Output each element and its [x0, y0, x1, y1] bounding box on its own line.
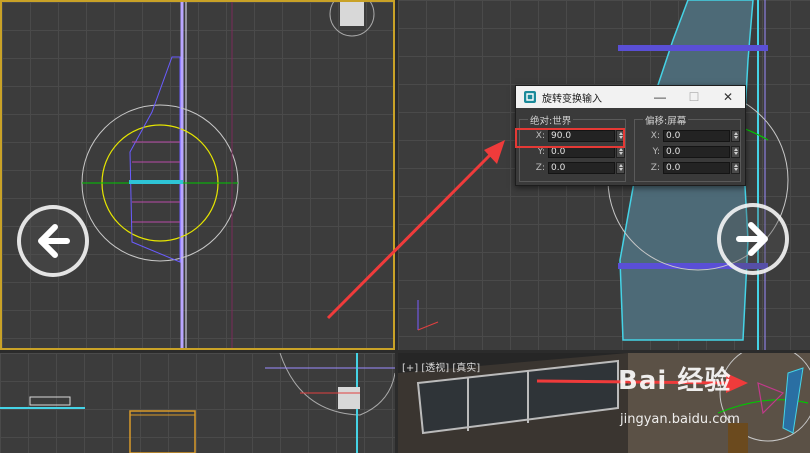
close-button[interactable]: ✕: [711, 86, 745, 108]
next-button[interactable]: [717, 203, 789, 275]
viewport-top-left-scene: [81, 2, 375, 348]
offset-x-label: X:: [650, 130, 660, 141]
prev-button[interactable]: [17, 205, 89, 277]
offset-screen-legend: 偏移:屏幕: [643, 113, 689, 127]
watermark-brand: Bai 经验: [618, 366, 732, 396]
absolute-z-spinner[interactable]: [616, 161, 625, 174]
absolute-y-label: Y:: [537, 146, 545, 157]
viewport-bottom-left[interactable]: [0, 353, 395, 453]
offset-z-row: Z: 0.0: [647, 161, 740, 174]
dialog-title: 旋转变换输入: [542, 93, 602, 105]
offset-z-input[interactable]: 0.0: [663, 161, 730, 174]
offset-x-spinner[interactable]: [731, 129, 740, 142]
offset-x-input[interactable]: 0.0: [663, 129, 730, 142]
maximize-button[interactable]: ☐: [677, 86, 711, 108]
viewport-top-left[interactable]: [0, 0, 395, 350]
offset-y-spinner[interactable]: [731, 145, 740, 158]
dialog-titlebar[interactable]: 旋转变换输入 — ☐ ✕: [516, 86, 745, 108]
offset-y-input[interactable]: 0.0: [663, 145, 730, 158]
offset-z-label: Z:: [650, 162, 660, 173]
offset-z-spinner[interactable]: [731, 161, 740, 174]
absolute-z-row: Z: 0.0: [532, 161, 625, 174]
offset-screen-group: 偏移:屏幕 X: 0.0 Y: 0.0 Z: 0.0: [634, 113, 741, 182]
arrow-left-icon: [38, 224, 70, 258]
viewport-perspective[interactable]: [+] [透视] [真实]: [398, 353, 810, 453]
viewport-bottom-left-scene: [0, 353, 395, 453]
baidu-watermark: Bai 经验 jingyan.baidu.com: [618, 360, 740, 427]
absolute-z-input[interactable]: 0.0: [548, 161, 615, 174]
offset-x-row: X: 0.0: [647, 129, 740, 142]
offset-y-label: Y:: [652, 146, 660, 157]
minimize-button[interactable]: —: [643, 86, 677, 108]
arrow-right-icon: [736, 222, 768, 256]
app-workspace: [+] [透视] [真实] 旋转变换输入 — ☐ ✕ 绝对:世界 X: 90.0…: [0, 0, 810, 453]
3dsmax-icon: [524, 91, 536, 103]
viewport-label[interactable]: [+] [透视] [真实]: [402, 359, 480, 374]
x-field-highlight: [515, 128, 625, 148]
absolute-world-legend: 绝对:世界: [528, 113, 574, 127]
absolute-z-label: Z:: [535, 162, 545, 173]
watermark-site: jingyan.baidu.com: [620, 412, 740, 427]
offset-y-row: Y: 0.0: [647, 145, 740, 158]
